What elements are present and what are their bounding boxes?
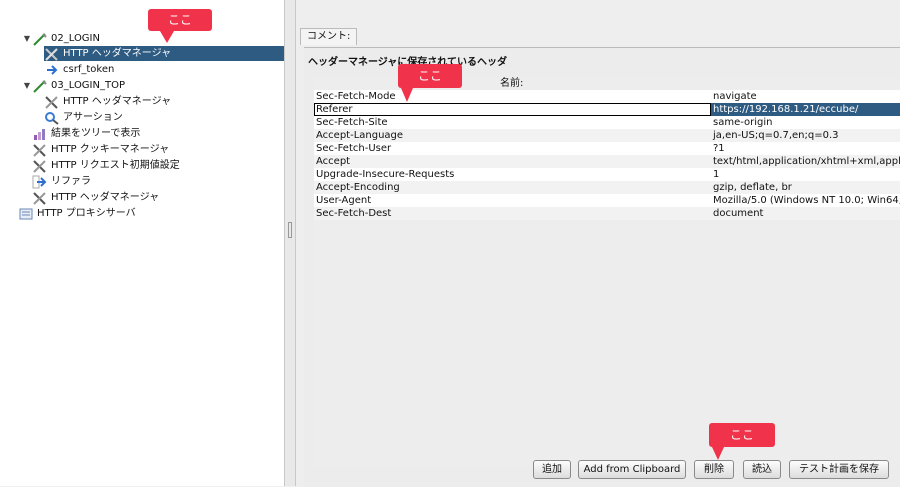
tree-node-view-results-tree[interactable]: 結果をツリーで表示 xyxy=(32,126,140,141)
header-value-cell[interactable]: same-origin xyxy=(711,116,900,129)
table-row[interactable]: Accept-Encoding gzip, deflate, br xyxy=(314,181,900,194)
header-value-cell[interactable]: https://192.168.1.21/eccube/ xyxy=(711,103,900,116)
save-as-test-plan-button[interactable]: テスト計画を保存 xyxy=(789,460,889,479)
tree-node-label: HTTP クッキーマネージャ xyxy=(51,144,170,155)
table-row[interactable]: User-Agent Mozilla/5.0 (Windows NT 10.0;… xyxy=(314,194,900,207)
tree-node-header-manager-3[interactable]: HTTP ヘッダマネージャ xyxy=(32,190,159,205)
splitter-grip[interactable] xyxy=(288,222,292,238)
header-value-cell[interactable]: text/html,application/xhtml+xml,applicat… xyxy=(711,155,900,168)
headers-panel: ヘッダーマネージャに保存されているヘッダ 名前: Sec-Fetch-Mode … xyxy=(304,47,900,487)
header-name-cell[interactable]: Sec-Fetch-User xyxy=(314,142,711,155)
tree-node-cookie-manager[interactable]: HTTP クッキーマネージャ xyxy=(32,142,169,157)
table-row[interactable]: Sec-Fetch-User ?1 xyxy=(314,142,900,155)
header-name-cell[interactable]: Sec-Fetch-Dest xyxy=(314,207,711,220)
tree-node-label: HTTP リクエスト初期値設定 xyxy=(51,160,180,171)
tree-node-label: 結果をツリーで表示 xyxy=(51,128,141,139)
tree-node-label: リファラ xyxy=(51,176,91,187)
add-from-clipboard-button[interactable]: Add from Clipboard xyxy=(578,460,686,479)
column-header-name[interactable]: 名前: xyxy=(500,77,523,90)
delete-button[interactable]: 削除 xyxy=(694,460,734,479)
tree-node-proxy-server[interactable]: HTTP プロキシサーバ xyxy=(18,206,136,221)
header-value-cell[interactable]: 1 xyxy=(711,168,900,181)
header-name-cell[interactable]: Accept-Language xyxy=(314,129,711,142)
tree-node-header-manager-2[interactable]: HTTP ヘッダマネージャ xyxy=(44,94,171,109)
header-manager-icon xyxy=(44,95,60,109)
tree-node-label: HTTP ヘッダマネージャ xyxy=(51,192,160,203)
header-name-cell[interactable]: Accept xyxy=(314,155,711,168)
header-value-cell[interactable]: ja,en-US;q=0.7,en;q=0.3 xyxy=(711,129,900,142)
tree-node-header-manager-1[interactable]: HTTP ヘッダマネージャ xyxy=(44,46,284,61)
header-name-cell[interactable]: Sec-Fetch-Mode xyxy=(314,90,711,103)
pane-splitter[interactable] xyxy=(284,0,296,486)
tree-node-label: アサーション xyxy=(63,112,123,123)
expand-arrow-icon[interactable]: ▼ xyxy=(22,78,32,93)
header-name-cell[interactable]: Upgrade-Insecure-Requests xyxy=(314,168,711,181)
extractor-icon xyxy=(44,63,60,77)
proxy-server-icon xyxy=(18,207,34,221)
table-row[interactable]: Upgrade-Insecure-Requests 1 xyxy=(314,168,900,181)
cookie-manager-icon xyxy=(32,143,48,157)
callout-button: ここ xyxy=(709,423,775,447)
header-name-cell[interactable]: Referer xyxy=(314,103,711,116)
tree-node-label: HTTP プロキシサーバ xyxy=(37,208,136,219)
table-row-selected[interactable]: Referer https://192.168.1.21/eccube/ xyxy=(314,103,900,116)
request-defaults-icon xyxy=(32,159,48,173)
table-row[interactable]: Accept-Language ja,en-US;q=0.7,en;q=0.3 xyxy=(314,129,900,142)
tree-node-assertion[interactable]: アサーション xyxy=(44,110,123,125)
comment-label: コメント: xyxy=(300,28,358,45)
load-button[interactable]: 読込 xyxy=(743,460,781,479)
tree-node-label: csrf_token xyxy=(63,64,115,75)
header-value-cell[interactable]: ?1 xyxy=(711,142,900,155)
callout-table-pointer xyxy=(401,88,413,102)
tree-node-csrf-token[interactable]: csrf_token xyxy=(44,62,114,77)
table-row[interactable]: Sec-Fetch-Dest document xyxy=(314,207,900,220)
header-value-cell[interactable]: Mozilla/5.0 (Windows NT 10.0; Win64; x6 xyxy=(711,194,900,207)
tree-node-referer[interactable]: リファラ xyxy=(32,174,91,189)
tree-node-label: HTTP ヘッダマネージャ xyxy=(63,96,172,107)
test-fragment-icon xyxy=(32,79,48,93)
header-manager-icon xyxy=(44,47,60,61)
test-fragment-icon xyxy=(32,32,48,46)
header-value-cell[interactable]: document xyxy=(711,207,900,220)
table-row[interactable]: Sec-Fetch-Site same-origin xyxy=(314,116,900,129)
header-manager-icon xyxy=(32,191,48,205)
tree-node-label: HTTP ヘッダマネージャ xyxy=(63,48,172,59)
callout-tree: ここ xyxy=(148,9,212,31)
expand-arrow-icon[interactable]: ▼ xyxy=(22,31,32,46)
tree-node-label: 03_LOGIN_TOP xyxy=(51,80,125,91)
headers-table[interactable]: 名前: Sec-Fetch-Mode navigate Referer http… xyxy=(314,77,900,467)
tree-node-label: 02_LOGIN xyxy=(51,33,100,44)
add-button[interactable]: 追加 xyxy=(533,460,571,479)
table-row[interactable]: Accept text/html,application/xhtml+xml,a… xyxy=(314,155,900,168)
listener-icon xyxy=(32,127,48,141)
header-name-cell[interactable]: Accept-Encoding xyxy=(314,181,711,194)
header-name-cell[interactable]: User-Agent xyxy=(314,194,711,207)
tree-node-request-defaults[interactable]: HTTP リクエスト初期値設定 xyxy=(32,158,180,173)
header-name-cell[interactable]: Sec-Fetch-Site xyxy=(314,116,711,129)
callout-table: ここ xyxy=(398,64,462,88)
callout-button-pointer xyxy=(712,447,724,460)
tree-node-02-login[interactable]: ▼ 02_LOGIN xyxy=(22,31,100,46)
callout-tree-pointer xyxy=(160,31,174,43)
referer-icon xyxy=(32,175,48,189)
tree-node-03-login-top[interactable]: ▼ 03_LOGIN_TOP xyxy=(22,78,125,93)
assertion-icon xyxy=(44,111,60,125)
header-value-cell[interactable]: gzip, deflate, br xyxy=(711,181,900,194)
header-value-cell[interactable]: navigate xyxy=(711,90,900,103)
test-plan-tree[interactable]: ▼ 02_LOGIN HTTP ヘッダマネージャ csrf_token ▼ 03… xyxy=(0,0,284,486)
